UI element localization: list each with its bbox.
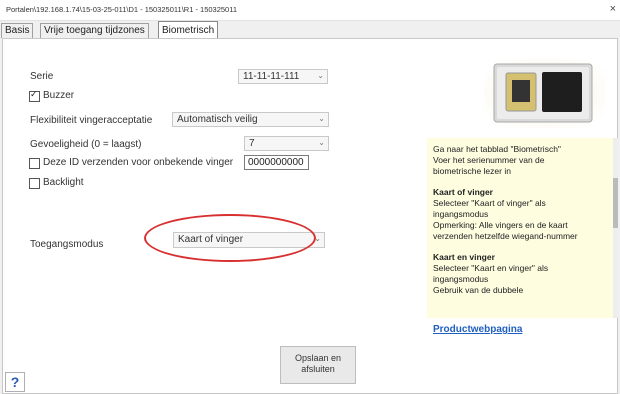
chevron-down-icon: ⌄ — [317, 71, 324, 80]
help-line: ingangsmodus — [433, 209, 489, 219]
mode-label: Toegangsmodus — [30, 239, 104, 250]
flex-value: Automatisch veilig — [177, 114, 258, 125]
chevron-down-icon: ⌄ — [318, 138, 325, 147]
help-line: ingangsmodus — [433, 274, 489, 284]
sendid-input[interactable]: 0000000000 — [244, 155, 309, 170]
serie-label: Serie — [30, 71, 54, 82]
help-scrollbar[interactable] — [613, 138, 618, 318]
title-bar: Portalen\192.168.1.74\15-03-25-011\D1 - … — [0, 0, 620, 21]
help-line: Gebruik van de dubbele — [433, 285, 524, 295]
window-title: Portalen\192.168.1.74\15-03-25-011\D1 - … — [6, 5, 238, 14]
flex-select[interactable]: Automatisch veilig ⌄ — [172, 112, 329, 127]
sendid-label: Deze ID verzenden voor onbekende vinger — [43, 157, 234, 168]
sens-label: Gevoeligheid (0 = laagst) — [30, 139, 142, 150]
biometric-reader-image — [484, 58, 606, 128]
backlight-checkbox[interactable] — [29, 178, 40, 189]
help-intro-3: biometrische lezer in — [433, 166, 511, 176]
help-line: Selecteer "Kaart of vinger" als — [433, 198, 546, 208]
flex-label: Flexibiliteit vingeracceptatie — [30, 115, 153, 126]
serie-select[interactable]: 11-11-11-111 ⌄ — [238, 69, 328, 84]
sens-select[interactable]: 7 ⌄ — [244, 136, 329, 151]
save-label-2: afsluiten — [301, 364, 335, 374]
tab-bar: Basis Vrije toegang tijdzones Biometrisc… — [0, 20, 620, 39]
help-intro-1: Ga naar het tabblad "Biometrisch" — [433, 144, 561, 154]
save-label-1: Opslaan en — [294, 353, 342, 363]
buzzer-checkbox[interactable] — [29, 89, 40, 102]
save-close-button[interactable]: Opslaan en afsluiten — [280, 346, 356, 384]
help-button[interactable]: ? — [5, 372, 25, 392]
chevron-down-icon: ⌄ — [318, 114, 325, 123]
help-intro-2: Voer het serienummer van de — [433, 155, 545, 165]
serie-value: 11-11-11-111 — [243, 71, 300, 82]
product-page-link[interactable]: Productwebpagina — [433, 324, 522, 335]
help-section-title: Kaart en vinger — [433, 252, 495, 262]
tab-vrije-toegang[interactable]: Vrije toegang tijdzones — [40, 23, 149, 38]
sens-value: 7 — [249, 138, 255, 149]
help-section-title: Kaart of vinger — [433, 187, 493, 197]
highlight-ellipse — [144, 214, 316, 262]
help-panel: Ga naar het tabblad "Biometrisch" Voer h… — [427, 138, 613, 318]
tab-basis[interactable]: Basis — [1, 23, 34, 38]
tab-biometrisch[interactable]: Biometrisch — [158, 21, 219, 39]
help-line: Opmerking: Alle vingers en de kaart — [433, 220, 568, 230]
sendid-checkbox[interactable] — [29, 158, 40, 169]
scrollbar-thumb[interactable] — [613, 178, 618, 228]
help-line: Selecteer "Kaart en vinger" als — [433, 263, 549, 273]
backlight-label: Backlight — [43, 177, 84, 188]
close-icon[interactable]: × — [610, 3, 616, 15]
help-line: verzenden hetzelfde wiegand-nummer — [433, 231, 578, 241]
buzzer-label: Buzzer — [43, 90, 75, 101]
